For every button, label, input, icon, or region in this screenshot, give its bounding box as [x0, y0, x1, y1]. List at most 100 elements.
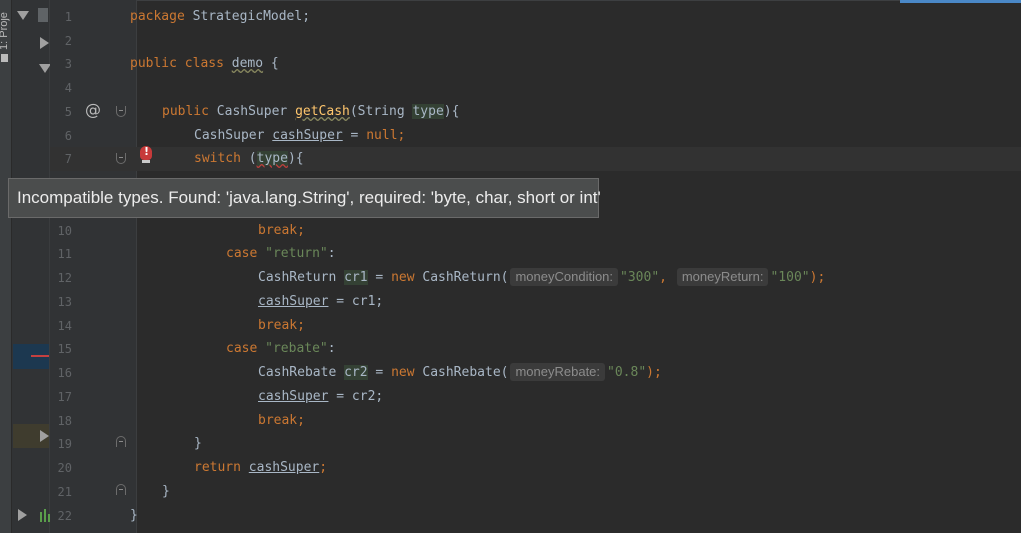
override-at-icon[interactable]: @: [85, 100, 101, 119]
type-name: CashSuper: [194, 128, 273, 143]
error-marker[interactable]: [31, 355, 49, 357]
chart-bars-icon[interactable]: [40, 509, 50, 522]
call-end: );: [809, 270, 826, 285]
code-line[interactable]: cashSuper = cr1;: [258, 290, 383, 314]
code-line[interactable]: case "return":: [226, 242, 336, 266]
line-number: 7: [64, 152, 72, 166]
code-line[interactable]: CashReturn cr1 = new CashReturn(moneyCon…: [258, 266, 825, 290]
parameter-hint: moneyRebate:: [510, 363, 606, 381]
switch-keyword: switch: [194, 151, 241, 166]
line-number: 18: [57, 414, 72, 428]
code-line[interactable]: switch (type){: [194, 147, 304, 171]
parameter-hint: moneyCondition:: [510, 268, 619, 286]
line-number: 21: [57, 485, 72, 499]
project-tool-window-button[interactable]: 1: Proje: [0, 2, 10, 50]
variable-name: cashSuper: [248, 460, 320, 475]
line-number: 13: [57, 295, 72, 309]
code-line[interactable]: cashSuper = cr2;: [258, 385, 383, 409]
run-arrow-icon[interactable]: [18, 509, 27, 521]
code-line[interactable]: }: [162, 480, 170, 504]
switch-param[interactable]: type: [256, 151, 288, 166]
return-keyword: return: [194, 460, 241, 475]
semicolon: ;: [297, 223, 305, 238]
code-line[interactable]: return cashSuper;: [194, 456, 327, 480]
line-number: 2: [64, 34, 72, 48]
line-number: 11: [57, 247, 72, 261]
code-line[interactable]: public class demo {: [130, 52, 279, 76]
param-name: type: [412, 104, 444, 119]
break-keyword: break: [258, 223, 298, 238]
string-literal: "100": [770, 270, 810, 285]
operator: =: [367, 365, 392, 380]
brace: {: [263, 56, 279, 71]
scrollbar-indicator[interactable]: [900, 0, 1021, 3]
semicolon: ;: [297, 318, 305, 333]
code-line[interactable]: case "rebate":: [226, 337, 336, 361]
unfold-icon[interactable]: [116, 436, 126, 447]
new-keyword: new: [391, 365, 415, 380]
assignment: = cr2;: [328, 389, 384, 404]
call-end: );: [646, 365, 662, 380]
expand-arrow-icon[interactable]: [40, 37, 49, 49]
line-number: 22: [57, 509, 72, 523]
case-keyword: case: [226, 341, 258, 356]
colon: :: [327, 341, 336, 356]
colon: :: [327, 246, 336, 261]
line-number: 3: [64, 57, 72, 71]
code-line[interactable]: break;: [258, 219, 305, 243]
string-literal: "300": [620, 270, 660, 285]
error-lightbulb-icon[interactable]: [140, 145, 152, 160]
code-line[interactable]: }: [130, 504, 138, 528]
variable-name: cashSuper: [258, 294, 329, 309]
line-number: 17: [57, 390, 72, 404]
fold-icon[interactable]: [116, 153, 126, 164]
semicolon: ;: [319, 460, 328, 475]
operator: =: [342, 128, 367, 143]
line-number: 15: [57, 342, 72, 356]
closing-brace: }: [162, 484, 170, 499]
file-marker-icon: [38, 8, 48, 22]
keyword: package: [130, 9, 185, 24]
variable-name: cr2: [344, 365, 368, 380]
tool-window-icon[interactable]: [1, 54, 8, 62]
code-line[interactable]: CashSuper cashSuper = null;: [194, 124, 405, 148]
operator: =: [367, 270, 392, 285]
line-number: 6: [64, 129, 72, 143]
constructor-call: CashRebate(: [414, 365, 509, 380]
collapse-arrow-icon[interactable]: [17, 11, 29, 20]
code-line[interactable]: break;: [258, 409, 305, 433]
case-keyword: case: [226, 246, 258, 261]
variable-name: cashSuper: [258, 389, 329, 404]
package-name: StrategicModel;: [184, 9, 311, 24]
variable-name: cashSuper: [272, 128, 343, 143]
string-literal: "rebate": [265, 341, 328, 356]
lightbulb-base: [142, 160, 150, 163]
paren-open: (: [240, 151, 257, 166]
code-line[interactable]: public CashSuper getCash(String type){: [162, 100, 459, 124]
line-number: 19: [57, 437, 72, 451]
fold-icon[interactable]: [116, 106, 126, 117]
comma: ,: [659, 270, 667, 285]
return-type: CashSuper: [208, 104, 296, 119]
class-name: demo: [231, 56, 264, 71]
line-number: 1: [64, 10, 72, 24]
code-line[interactable]: break;: [258, 314, 305, 338]
semicolon: ;: [397, 128, 406, 143]
keyword: public class: [130, 56, 224, 71]
line-number: 4: [64, 81, 72, 95]
line-number: 20: [57, 461, 72, 475]
code-line[interactable]: }: [194, 432, 202, 456]
code-line[interactable]: CashRebate cr2 = new CashRebate(moneyReb…: [258, 361, 662, 385]
editor-top-border: [137, 0, 900, 1]
assignment: = cr1;: [328, 294, 384, 309]
expand-arrow-icon[interactable]: [40, 430, 49, 442]
code-line[interactable]: package StrategicModel;: [130, 5, 310, 29]
line-number: 12: [57, 271, 72, 285]
line-number: 5: [64, 105, 72, 119]
keyword: public: [162, 104, 209, 119]
unfold-icon[interactable]: [116, 484, 126, 495]
line-number: 14: [57, 319, 72, 333]
paren-close: ){: [287, 151, 304, 166]
parameter-hint: moneyReturn:: [676, 268, 769, 286]
type-name: CashRebate: [258, 365, 345, 380]
